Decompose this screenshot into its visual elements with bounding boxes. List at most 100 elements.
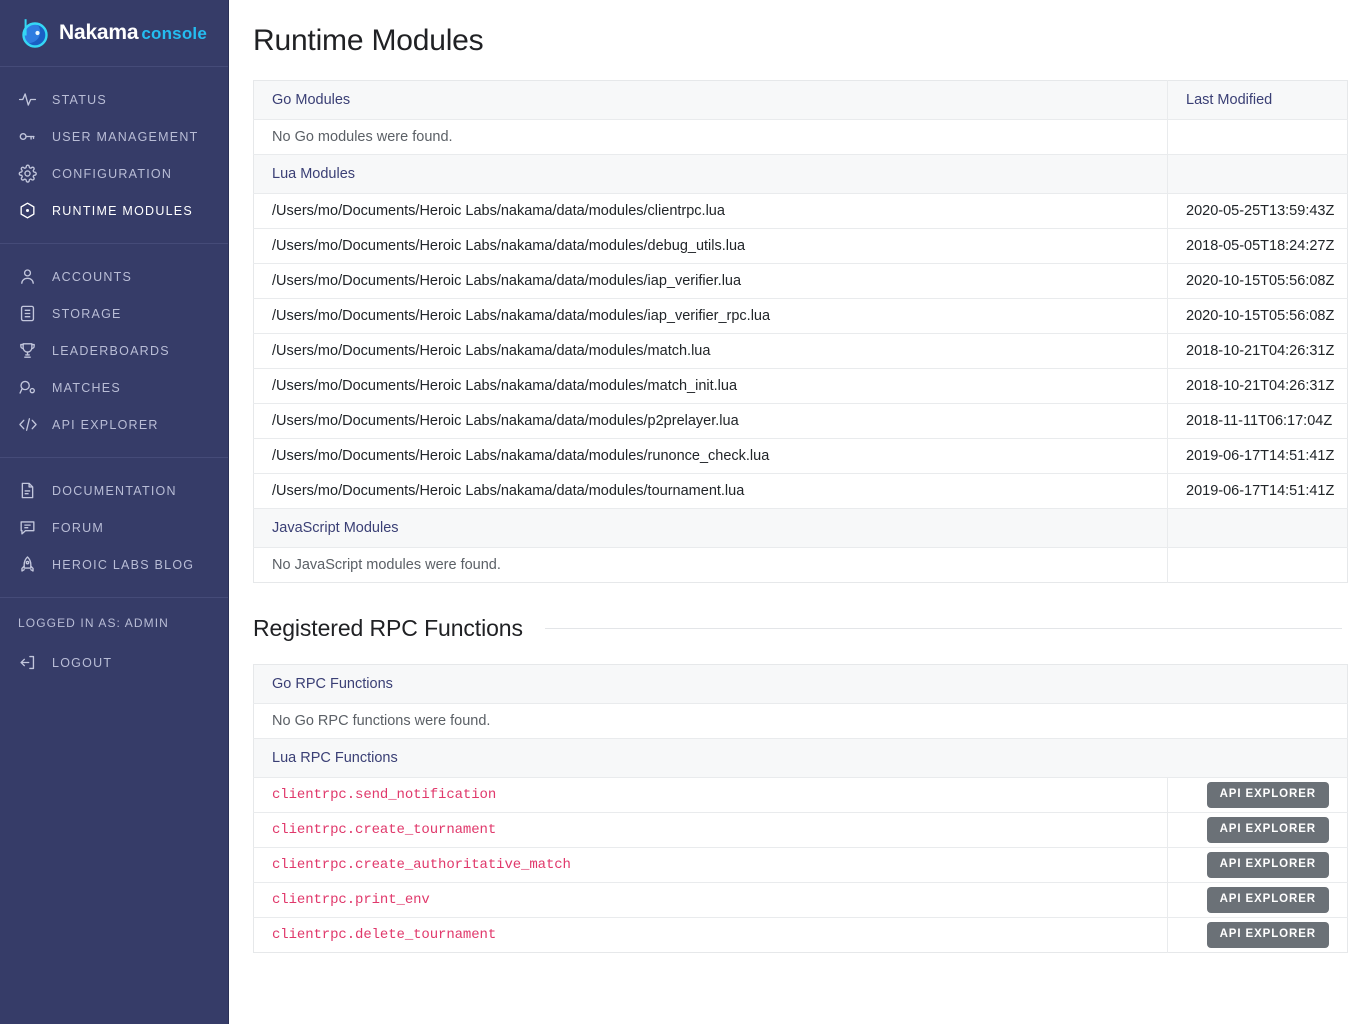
rpc-function-name[interactable]: clientrpc.create_tournament [254,813,1168,848]
sidebar-item-accounts[interactable]: Accounts [0,258,229,295]
brand-accent: console [141,24,207,43]
empty-cell [1168,548,1348,583]
sidebar-item-storage[interactable]: Storage [0,295,229,332]
sidebar-item-user-management[interactable]: User Management [0,118,229,155]
table-row: /Users/mo/Documents/Heroic Labs/nakama/d… [254,474,1348,509]
table-row: /Users/mo/Documents/Heroic Labs/nakama/d… [254,194,1348,229]
table-row-group: JavaScript Modules [254,509,1348,548]
module-last-modified: 2019-06-17T14:51:41Z [1168,439,1348,474]
js-modules-empty-message: No JavaScript modules were found. [254,548,1168,583]
code-brackets-icon [18,415,40,435]
brand-header[interactable]: Nakamaconsole [0,0,229,67]
table-row-header: Go Modules Last Modified [254,81,1348,120]
table-row: clientrpc.print_env API Explorer [254,883,1348,918]
sidebar-item-leaderboards[interactable]: Leaderboards [0,332,229,369]
rpc-action-cell: API Explorer [1168,918,1348,953]
js-modules-group-label: JavaScript Modules [254,509,1168,548]
module-path: /Users/mo/Documents/Heroic Labs/nakama/d… [254,474,1168,509]
sidebar-item-matches[interactable]: Matches [0,369,229,406]
table-row: No Go modules were found. [254,120,1348,155]
module-last-modified: 2020-05-25T13:59:43Z [1168,194,1348,229]
match-search-icon [18,378,40,398]
sidebar-item-heroic-labs-blog[interactable]: Heroic Labs Blog [0,546,229,583]
table-row: /Users/mo/Documents/Heroic Labs/nakama/d… [254,369,1348,404]
table-row: clientrpc.create_tournament API Explorer [254,813,1348,848]
sidebar-group-primary: Status User Management [0,67,229,244]
table-row: /Users/mo/Documents/Heroic Labs/nakama/d… [254,264,1348,299]
activity-icon [18,90,40,110]
sidebar-item-label: Documentation [52,484,177,498]
api-explorer-button[interactable]: API Explorer [1207,852,1329,878]
sidebar: Nakamaconsole Status [0,0,229,1024]
sidebar-item-configuration[interactable]: Configuration [0,155,229,192]
table-row: No JavaScript modules were found. [254,548,1348,583]
logout-icon [18,653,40,673]
table-row-group: Lua RPC Functions [254,739,1348,778]
api-explorer-button[interactable]: API Explorer [1207,782,1329,808]
table-row: /Users/mo/Documents/Heroic Labs/nakama/d… [254,229,1348,264]
logout-button[interactable]: Logout [0,644,229,681]
go-modules-group-label: Go Modules [254,81,1168,120]
sidebar-item-label: Runtime Modules [52,204,193,218]
table-row-group: Go RPC Functions [254,665,1348,704]
rpc-section-heading: Registered RPC Functions [253,615,523,642]
sidebar-item-documentation[interactable]: Documentation [0,472,229,509]
sidebar-item-label: User Management [52,130,199,144]
user-icon [18,267,40,287]
rpc-section-heading-row: Registered RPC Functions [253,615,1342,642]
registered-rpc-functions-table: Go RPC Functions No Go RPC functions wer… [253,664,1348,953]
lua-modules-group-label: Lua Modules [254,155,1168,194]
database-icon [18,304,40,324]
module-last-modified: 2018-10-21T04:26:31Z [1168,369,1348,404]
sidebar-item-forum[interactable]: Forum [0,509,229,546]
brand-name: Nakama [59,21,138,44]
module-path: /Users/mo/Documents/Heroic Labs/nakama/d… [254,369,1168,404]
sidebar-item-status[interactable]: Status [0,81,229,118]
api-explorer-button[interactable]: API Explorer [1207,817,1329,843]
rpc-function-name[interactable]: clientrpc.create_authoritative_match [254,848,1168,883]
rpc-function-name[interactable]: clientrpc.delete_tournament [254,918,1168,953]
app-root: Nakamaconsole Status [0,0,1366,1024]
api-explorer-button[interactable]: API Explorer [1207,922,1329,948]
sidebar-group-resources: Documentation Forum [0,458,229,597]
module-path: /Users/mo/Documents/Heroic Labs/nakama/d… [254,404,1168,439]
sidebar-item-runtime-modules[interactable]: Runtime Modules [0,192,229,229]
hexagon-dot-icon [18,201,40,221]
trophy-icon [18,341,40,361]
table-row: clientrpc.send_notification API Explorer [254,778,1348,813]
module-last-modified: 2018-05-05T18:24:27Z [1168,229,1348,264]
sidebar-item-label: Forum [52,521,104,535]
lua-rpc-group-label: Lua RPC Functions [254,739,1348,778]
rpc-function-name[interactable]: clientrpc.print_env [254,883,1168,918]
chat-bubble-icon [18,518,40,538]
page-title: Runtime Modules [253,0,1342,58]
go-rpc-group-label: Go RPC Functions [254,665,1348,704]
module-path: /Users/mo/Documents/Heroic Labs/nakama/d… [254,299,1168,334]
sidebar-item-label: Configuration [52,167,172,181]
sidebar-item-label: Accounts [52,270,132,284]
empty-cell [1168,509,1348,548]
module-path: /Users/mo/Documents/Heroic Labs/nakama/d… [254,264,1168,299]
table-row: /Users/mo/Documents/Heroic Labs/nakama/d… [254,299,1348,334]
rpc-function-name[interactable]: clientrpc.send_notification [254,778,1168,813]
key-icon [18,127,40,147]
sidebar-item-label: API Explorer [52,418,159,432]
main-content: Runtime Modules Go Modules Last Modified… [229,0,1366,1024]
sidebar-item-label: Matches [52,381,121,395]
table-row: /Users/mo/Documents/Heroic Labs/nakama/d… [254,439,1348,474]
api-explorer-button[interactable]: API Explorer [1207,887,1329,913]
module-last-modified: 2020-10-15T05:56:08Z [1168,264,1348,299]
sidebar-item-label: Status [52,93,107,107]
runtime-modules-table: Go Modules Last Modified No Go modules w… [253,80,1348,583]
sidebar-item-label: Heroic Labs Blog [52,558,194,572]
table-row: /Users/mo/Documents/Heroic Labs/nakama/d… [254,404,1348,439]
heading-divider [545,628,1342,629]
brand-title: Nakamaconsole [59,21,207,45]
table-row: No Go RPC functions were found. [254,704,1348,739]
sidebar-item-api-explorer[interactable]: API Explorer [0,406,229,443]
gear-icon [18,164,40,184]
sidebar-group-data: Accounts Storage [0,244,229,458]
module-last-modified: 2018-11-11T06:17:04Z [1168,404,1348,439]
sidebar-item-label: Leaderboards [52,344,170,358]
module-path: /Users/mo/Documents/Heroic Labs/nakama/d… [254,229,1168,264]
